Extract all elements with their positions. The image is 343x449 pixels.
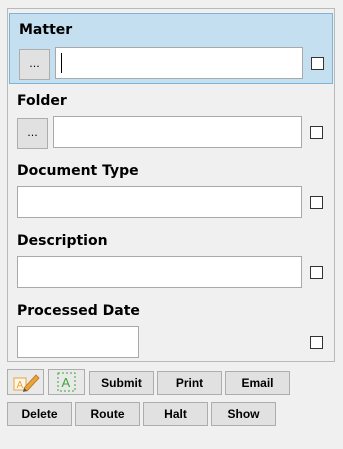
svg-text:A: A bbox=[62, 375, 71, 390]
edit-text-icon: A bbox=[13, 374, 40, 392]
folder-label: Folder bbox=[17, 93, 67, 109]
document-type-input[interactable] bbox=[17, 186, 302, 218]
edit-text-button[interactable]: A bbox=[7, 369, 44, 395]
description-checkbox[interactable] bbox=[310, 266, 323, 279]
description-label: Description bbox=[17, 233, 108, 249]
matter-browse-button[interactable]: ... bbox=[19, 49, 50, 80]
route-button[interactable]: Route bbox=[75, 402, 140, 426]
form-panel: Matter ... Folder ... Document Type Desc… bbox=[7, 8, 335, 362]
svg-text:A: A bbox=[17, 380, 24, 391]
print-button[interactable]: Print bbox=[157, 371, 222, 395]
delete-button[interactable]: Delete bbox=[7, 402, 72, 426]
text-select-button[interactable]: A bbox=[48, 369, 85, 395]
processed-date-checkbox[interactable] bbox=[310, 336, 323, 349]
email-button[interactable]: Email bbox=[225, 371, 290, 395]
description-input[interactable] bbox=[17, 256, 302, 288]
folder-input[interactable] bbox=[53, 116, 302, 148]
document-type-label: Document Type bbox=[17, 163, 139, 179]
matter-section: Matter ... bbox=[9, 13, 333, 84]
submit-button[interactable]: Submit bbox=[89, 371, 154, 395]
text-caret bbox=[61, 53, 62, 73]
matter-label: Matter bbox=[19, 22, 73, 38]
document-type-checkbox[interactable] bbox=[310, 196, 323, 209]
folder-browse-button[interactable]: ... bbox=[17, 118, 48, 149]
text-select-icon: A bbox=[57, 372, 76, 392]
processed-date-label: Processed Date bbox=[17, 303, 140, 319]
matter-checkbox[interactable] bbox=[311, 57, 324, 70]
processed-date-input[interactable] bbox=[17, 326, 139, 358]
show-button[interactable]: Show bbox=[211, 402, 276, 426]
matter-input[interactable] bbox=[55, 47, 303, 79]
folder-checkbox[interactable] bbox=[310, 126, 323, 139]
halt-button[interactable]: Halt bbox=[143, 402, 208, 426]
